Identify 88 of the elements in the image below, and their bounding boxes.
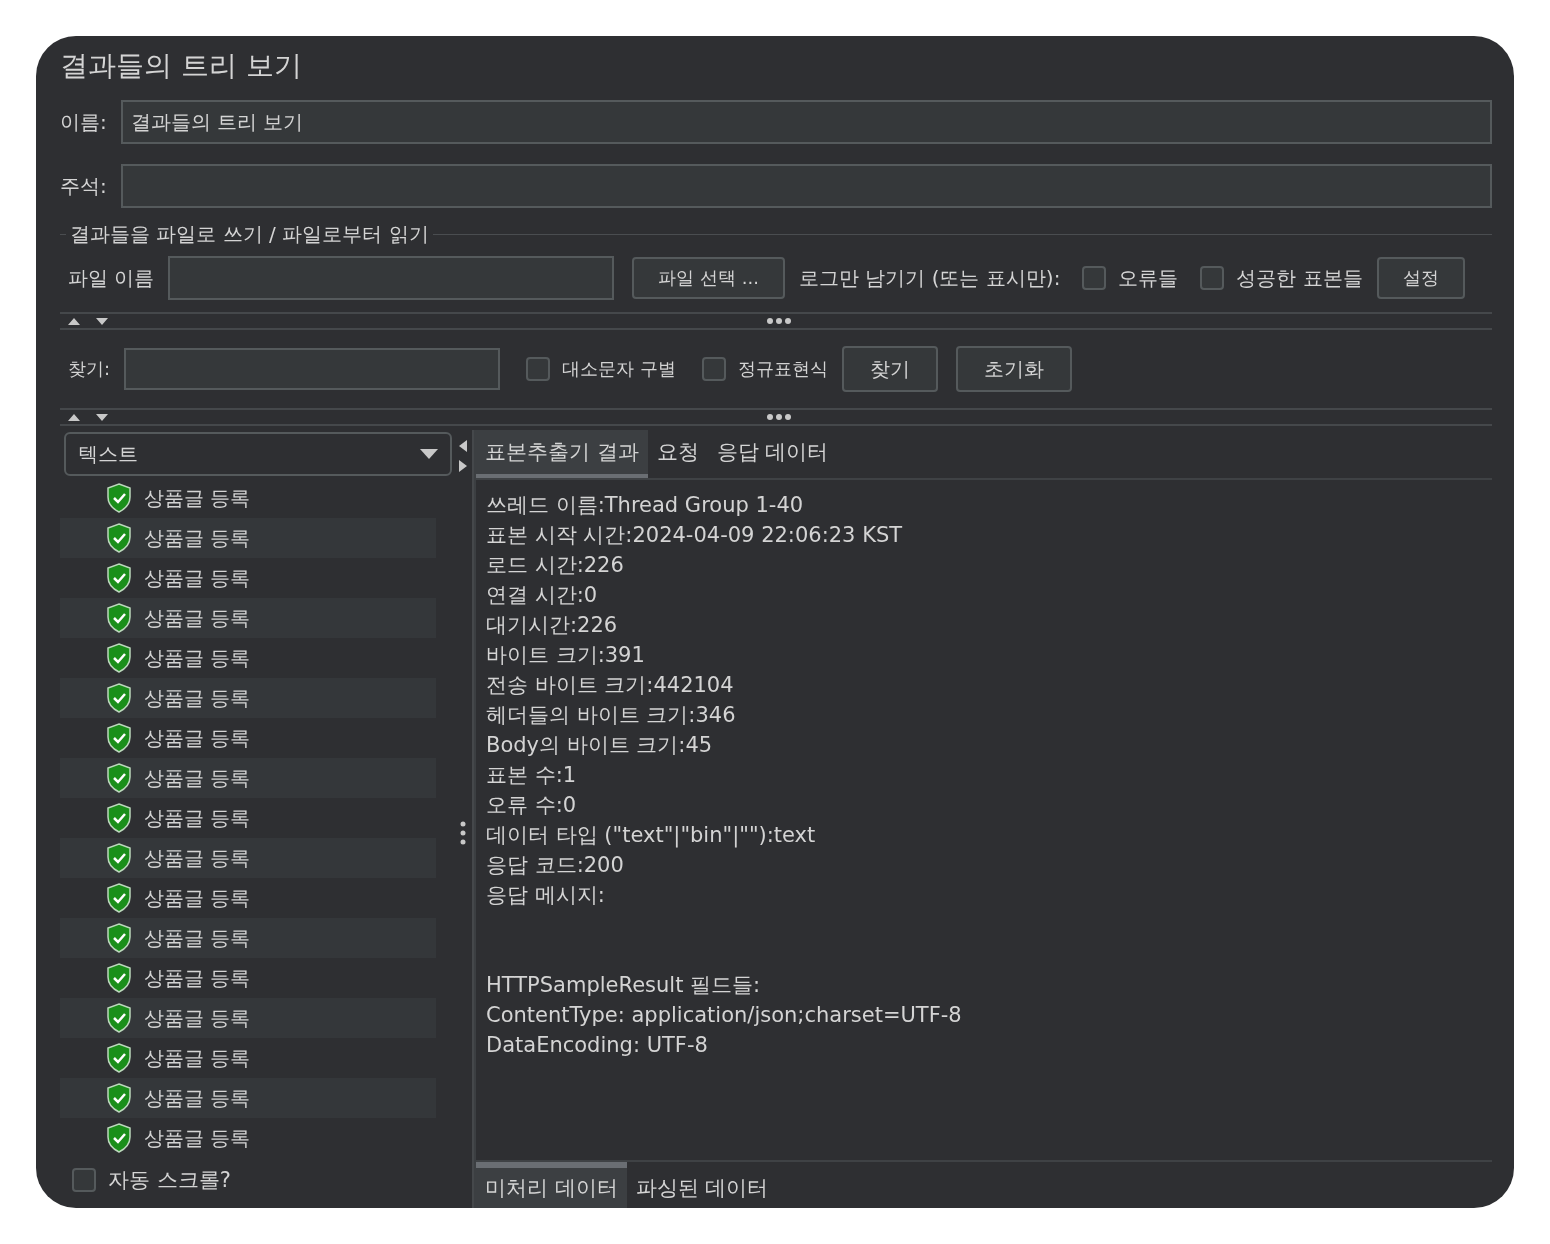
tree-item[interactable]: 상품글 등록 — [60, 678, 436, 718]
shield-check-icon — [106, 883, 132, 913]
window-title: 결과들의 트리 보기 — [60, 48, 302, 84]
search-field[interactable] — [124, 348, 501, 390]
shield-check-icon — [106, 1123, 132, 1153]
checkbox[interactable] — [526, 357, 551, 381]
drag-handle-icon — [460, 820, 466, 846]
settings-button[interactable]: 설정 — [1376, 257, 1465, 299]
collapse-arrows-icon — [66, 411, 110, 423]
section-legend: 결과들을 파일로 쓰기 / 파일로부터 읽기 — [66, 220, 433, 248]
tab[interactable]: 미처리 데이터 — [476, 1162, 627, 1208]
shield-check-icon — [106, 923, 132, 953]
result-line: 헤더들의 바이트 크기:346 — [486, 702, 737, 729]
shield-check-icon — [106, 603, 132, 633]
tree-item[interactable]: 상품글 등록 — [60, 718, 436, 758]
shield-check-icon — [106, 723, 132, 753]
result-line: DataEncoding: UTF-8 — [486, 1032, 709, 1059]
field-label: 이름: — [60, 108, 107, 136]
shield-check-icon — [106, 963, 132, 993]
result-line: ContentType: application/json;charset=UTF-8 — [486, 1002, 963, 1029]
result-line: 로드 시간:226 — [486, 552, 625, 579]
renderer-dropdown[interactable]: 텍스트 — [64, 432, 452, 476]
tree-item[interactable]: 상품글 등록 — [60, 758, 436, 798]
shield-check-icon — [106, 803, 132, 833]
collapse-arrows-icon — [66, 315, 110, 327]
log-label: 로그만 남기기 (또는 표시만): — [798, 264, 1061, 292]
checkbox[interactable] — [72, 1168, 96, 1192]
shield-check-icon — [106, 843, 132, 873]
tree-item[interactable]: 상품글 등록 — [60, 1078, 436, 1118]
comment-field[interactable] — [120, 164, 1492, 208]
result-line: 표본 시작 시간:2024-04-09 22:06:23 KST — [486, 522, 904, 549]
tab[interactable]: 표본추출기 결과 — [476, 430, 648, 478]
shield-check-icon — [106, 483, 132, 513]
result-line: 바이트 크기:391 — [486, 642, 646, 669]
shield-check-icon — [106, 1003, 132, 1033]
find-button[interactable]: 찾기 — [841, 346, 938, 392]
tree-item[interactable]: 상품글 등록 — [60, 838, 436, 878]
shield-check-icon — [106, 763, 132, 793]
tree-item[interactable]: 상품글 등록 — [60, 1118, 436, 1158]
result-line: 응답 메시지: — [486, 882, 606, 909]
tab[interactable]: 응답 데이터 — [707, 430, 838, 478]
shield-check-icon — [106, 523, 132, 553]
result-line: 전송 바이트 크기:442104 — [486, 672, 735, 699]
shield-check-icon — [106, 683, 132, 713]
tab[interactable]: 파싱된 데이터 — [626, 1162, 778, 1208]
result-line: HTTPSampleResult 필드들: — [486, 972, 762, 999]
field-label: 파일 이름 — [68, 264, 155, 292]
tree-item[interactable]: 상품글 등록 — [60, 598, 436, 638]
result-line: Body의 바이트 크기:45 — [486, 732, 714, 759]
result-line: 응답 코드:200 — [486, 852, 625, 879]
checkbox[interactable] — [701, 357, 726, 381]
checkbox-label: 성공한 표본들 — [1236, 264, 1363, 292]
result-line: 데이터 타입 ("text"|"bin"|""):text — [486, 822, 817, 850]
tree-item[interactable]: 상품글 등록 — [60, 638, 436, 678]
tree-item[interactable]: 상품글 등록 — [60, 958, 436, 998]
tree-item[interactable]: 상품글 등록 — [60, 558, 436, 598]
file-name-field[interactable] — [168, 256, 615, 300]
tree-item[interactable]: 상품글 등록 — [60, 518, 436, 558]
shield-check-icon — [106, 1083, 132, 1113]
checkbox-label: 오류들 — [1118, 264, 1179, 292]
shield-check-icon — [106, 563, 132, 593]
tab[interactable]: 요청 — [647, 430, 708, 478]
checkbox-label: 자동 스크롤? — [108, 1167, 231, 1194]
field-label: 찾기: — [68, 357, 111, 381]
tree-item[interactable]: 상품글 등록 — [60, 478, 436, 518]
checkbox-label: 대소문자 구별 — [562, 357, 676, 381]
drag-handle-icon — [766, 317, 792, 325]
tree-item[interactable]: 상품글 등록 — [60, 998, 436, 1038]
checkbox[interactable] — [1200, 266, 1225, 290]
shield-check-icon — [106, 1043, 132, 1073]
checkbox-label: 정규표현식 — [737, 357, 828, 381]
name-field[interactable]: 결과들의 트리 보기 — [120, 100, 1492, 144]
tree-item[interactable]: 상품글 등록 — [60, 1038, 436, 1078]
result-line: 대기시간:226 — [486, 612, 619, 639]
browse-button[interactable]: 파일 선택 ... — [632, 257, 785, 299]
drag-handle-icon — [766, 413, 792, 421]
result-line: 연결 시간:0 — [486, 582, 599, 609]
shield-check-icon — [106, 643, 132, 673]
result-line: 표본 수:1 — [486, 762, 578, 789]
field-label: 주석: — [60, 172, 107, 200]
reset-button[interactable]: 초기화 — [955, 346, 1072, 392]
result-line: 오류 수:0 — [486, 792, 578, 819]
checkbox[interactable] — [1082, 266, 1107, 290]
tree-item[interactable]: 상품글 등록 — [60, 798, 436, 838]
dropdown-arrow-icon — [420, 449, 438, 459]
tree-item[interactable]: 상품글 등록 — [60, 878, 436, 918]
result-line: 쓰레드 이름:Thread Group 1-40 — [486, 492, 805, 519]
tree-item[interactable]: 상품글 등록 — [60, 918, 436, 958]
